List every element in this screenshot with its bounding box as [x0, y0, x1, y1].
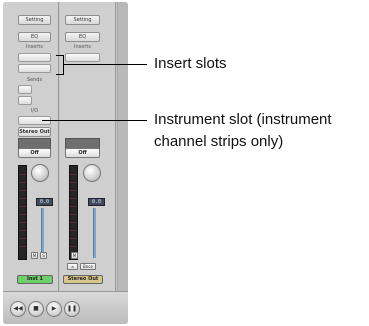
bracket-bottom [56, 74, 64, 75]
transport-bar: ◀◀ ■ ▶ ❚❚ [3, 291, 128, 324]
send-slot-1[interactable] [18, 85, 32, 94]
rewind-icon[interactable]: ◀◀ [10, 301, 26, 317]
volume-display: 0.0 [36, 198, 53, 206]
volume-display: 0.0 [88, 198, 105, 206]
play-icon[interactable]: ▶ [46, 301, 62, 317]
setting-button[interactable]: Setting [65, 15, 100, 25]
pan-knob[interactable] [83, 164, 101, 182]
channel-name-label[interactable]: Stereo Out [63, 275, 103, 284]
bounce-button[interactable]: Bnce [80, 263, 96, 270]
level-meter [18, 165, 27, 260]
mute-button[interactable]: M [71, 252, 78, 259]
io-label: I/O [30, 108, 39, 114]
inserts-label: Inserts [74, 44, 91, 50]
link-button[interactable]: ∞ [67, 263, 78, 270]
setting-button[interactable]: Setting [18, 15, 51, 25]
mute-button[interactable]: M [31, 252, 38, 259]
sends-label: Sends [26, 77, 43, 83]
output-button[interactable]: Stereo Out [18, 127, 51, 137]
automation-mode-button[interactable]: Off [18, 148, 51, 158]
bracket-vertical [63, 55, 64, 75]
automation-mode-button[interactable]: Off [65, 148, 100, 158]
eq-button[interactable]: EQ [65, 32, 100, 42]
inserts-label: Inserts [26, 44, 43, 50]
instrument-slot-callout-line2: channel strips only) [154, 133, 284, 150]
send-slot-2[interactable] [18, 96, 32, 105]
insert-slot-1[interactable] [65, 53, 100, 62]
channel-strip-stereo-out: Setting EQ Inserts Off 0.0 ∞ M Bnce Ster… [60, 2, 116, 291]
volume-fader[interactable] [41, 208, 44, 258]
channel-name-label[interactable]: Inst 1 [17, 275, 53, 284]
insert-slot-2[interactable] [18, 64, 51, 73]
instrument-slot-callout-line1: Instrument slot (instrument [154, 111, 332, 128]
insert-slots-leader-line [64, 64, 147, 65]
instrument-slot-leader-line [42, 120, 147, 121]
mixer-window: Setting EQ Inserts Sends I/O Stereo Out … [3, 2, 128, 324]
insert-slot-1[interactable] [18, 53, 51, 62]
channel-strip-inst-1: Setting EQ Inserts Sends I/O Stereo Out … [3, 2, 59, 291]
mixer-edge [117, 2, 128, 291]
level-meter [69, 165, 78, 260]
insert-slots-callout: Insert slots [154, 55, 227, 72]
volume-fader[interactable] [93, 208, 96, 258]
solo-button[interactable]: S [40, 252, 47, 259]
eq-button[interactable]: EQ [18, 32, 51, 42]
pause-icon[interactable]: ❚❚ [64, 301, 80, 317]
pan-knob[interactable] [31, 164, 49, 182]
stop-icon[interactable]: ■ [28, 301, 44, 317]
